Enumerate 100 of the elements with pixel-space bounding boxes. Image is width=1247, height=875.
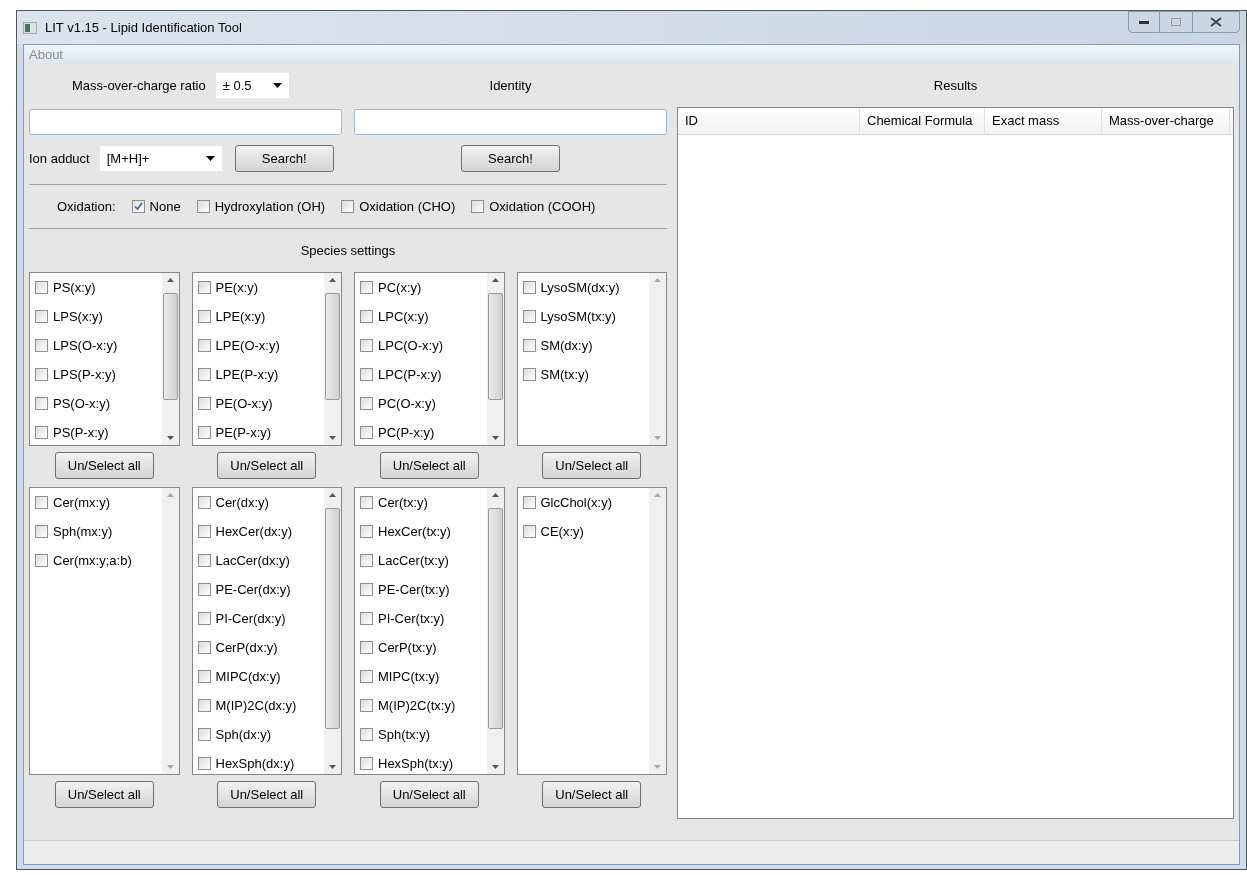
checkbox[interactable] (196, 200, 210, 213)
checkbox[interactable] (197, 757, 211, 770)
checkbox[interactable] (360, 699, 373, 712)
checkbox[interactable] (360, 496, 373, 509)
checkbox[interactable] (360, 368, 373, 381)
checkbox[interactable] (341, 200, 355, 213)
checkbox[interactable] (197, 368, 211, 381)
select-all-button[interactable]: Un/Select all (54, 781, 154, 808)
checkbox[interactable] (35, 339, 48, 352)
species-label: PI-Cer(tx:y) (378, 610, 445, 628)
checkbox[interactable] (522, 525, 536, 538)
checkbox[interactable] (35, 554, 48, 567)
scroll-thumb[interactable] (325, 508, 340, 729)
scrollbar[interactable] (486, 488, 504, 774)
select-all-button[interactable]: Un/Select all (542, 781, 642, 808)
checkbox[interactable] (131, 200, 145, 213)
scrollbar[interactable] (486, 273, 504, 445)
checkbox[interactable] (35, 525, 48, 538)
checkbox[interactable] (360, 670, 373, 683)
checkbox[interactable] (522, 496, 536, 509)
checkbox[interactable] (360, 641, 373, 654)
column-header[interactable]: Chemical Formula (860, 108, 985, 134)
select-all-button[interactable]: Un/Select all (217, 781, 317, 808)
checkbox[interactable] (197, 641, 211, 654)
dropdown[interactable]: ± 0.5 (215, 73, 289, 98)
species-label: LacCer(tx:y) (378, 552, 449, 570)
checkbox[interactable] (360, 281, 373, 294)
species-label: LPE(O-x:y) (215, 337, 280, 355)
checkbox[interactable] (197, 496, 211, 509)
checkbox[interactable] (35, 496, 48, 509)
checkbox[interactable] (35, 426, 48, 439)
checkbox[interactable] (197, 554, 211, 567)
checkbox[interactable] (360, 583, 373, 596)
checkbox[interactable] (197, 339, 211, 352)
checkbox[interactable] (35, 281, 48, 294)
species-label: PE(O-x:y) (215, 395, 273, 413)
checkbox[interactable] (197, 310, 211, 323)
column-header[interactable]: ID (678, 108, 860, 134)
checkbox[interactable] (360, 525, 373, 538)
checkbox[interactable] (360, 397, 373, 410)
checkbox[interactable] (197, 426, 211, 439)
species-label: SM(tx:y) (540, 366, 589, 384)
checkbox[interactable] (360, 757, 373, 770)
species-label: CerP(dx:y) (215, 639, 278, 657)
scrollbar[interactable] (324, 488, 341, 774)
checkbox[interactable] (197, 583, 211, 596)
species-label: HexSph(tx:y) (378, 755, 454, 773)
checkbox[interactable] (471, 200, 485, 213)
checkbox[interactable] (360, 426, 373, 439)
checkbox[interactable] (360, 339, 373, 352)
checkbox[interactable] (360, 310, 373, 323)
scrollbar[interactable] (649, 273, 666, 445)
oxidation-option-label: Oxidation (COOH) (489, 197, 596, 216)
species-label: LPE(x:y) (215, 308, 266, 326)
scrollbar[interactable] (649, 488, 666, 774)
species-label: Sph(mx:y) (53, 523, 113, 541)
caret-icon (272, 83, 282, 88)
checkbox[interactable] (522, 281, 536, 294)
checkbox[interactable] (522, 310, 536, 323)
checkbox[interactable] (197, 281, 211, 294)
column-header[interactable]: Exact mass (985, 108, 1102, 134)
search-button[interactable]: Search! (461, 145, 560, 172)
select-all-button[interactable]: Un/Select all (379, 452, 479, 479)
minimize-button[interactable] (1128, 11, 1160, 33)
checkbox[interactable] (197, 670, 211, 683)
checkbox[interactable] (522, 368, 536, 381)
checkbox[interactable] (197, 397, 211, 410)
select-all-button[interactable]: Un/Select all (379, 781, 479, 808)
scroll-thumb[interactable] (487, 508, 503, 729)
checkbox[interactable] (197, 525, 211, 538)
identity-input-field[interactable] (354, 109, 667, 135)
scrollbar[interactable] (324, 273, 341, 445)
checkbox[interactable] (35, 397, 48, 410)
close-icon (1210, 17, 1222, 27)
scroll-thumb[interactable] (487, 293, 503, 400)
dropdown[interactable]: [M+H]+ (99, 146, 222, 171)
checkbox[interactable] (35, 310, 48, 323)
species-label: HexSph(dx:y) (215, 755, 295, 773)
scroll-thumb[interactable] (162, 293, 178, 400)
select-all-button[interactable]: Un/Select all (217, 452, 317, 479)
checkbox[interactable] (197, 699, 211, 712)
select-all-button[interactable]: Un/Select all (542, 452, 642, 479)
search-button[interactable]: Search! (234, 145, 334, 172)
oxidation-option-label: None (149, 197, 181, 216)
checkbox[interactable] (360, 728, 373, 741)
mass-input-field[interactable] (29, 109, 342, 135)
checkbox[interactable] (360, 554, 373, 567)
checkbox[interactable] (35, 368, 48, 381)
scroll-thumb[interactable] (325, 293, 340, 400)
species-label: PI-Cer(dx:y) (215, 610, 286, 628)
scroll-down-icon (166, 436, 174, 440)
checkbox[interactable] (197, 612, 211, 625)
column-header[interactable]: Mass-over-charge (1102, 108, 1230, 134)
scrollbar[interactable] (161, 273, 179, 445)
close-button[interactable] (1192, 11, 1240, 33)
checkbox[interactable] (522, 339, 536, 352)
scrollbar[interactable] (161, 488, 179, 774)
select-all-button[interactable]: Un/Select all (54, 452, 154, 479)
checkbox[interactable] (197, 728, 211, 741)
checkbox[interactable] (360, 612, 373, 625)
